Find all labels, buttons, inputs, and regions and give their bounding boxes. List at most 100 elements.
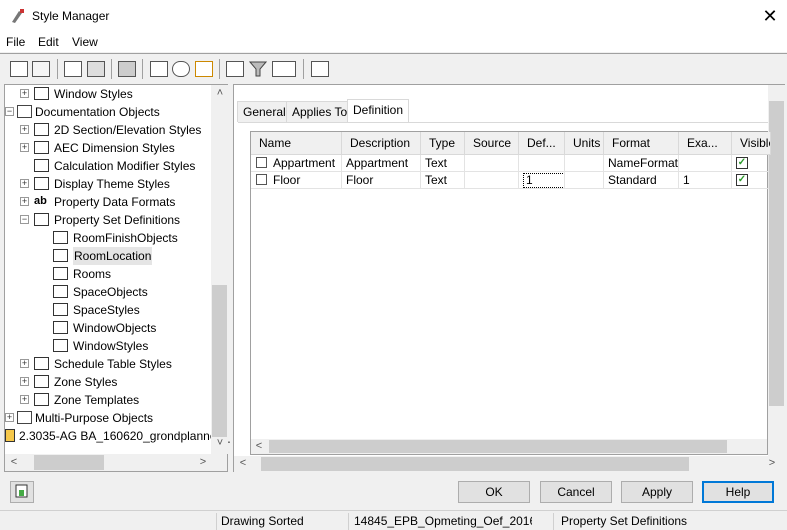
menu-view[interactable]: View [72,35,98,49]
grid-cell[interactable]: Appartment [251,155,342,172]
grid-cell[interactable] [465,155,519,172]
tree-item[interactable]: + ab Property Data Formats [5,193,211,211]
grid-cell[interactable]: Text [421,155,465,172]
style-icon [34,177,49,190]
grid-cell[interactable] [465,172,519,189]
tree-item[interactable]: − Property Set Definitions [5,211,211,229]
expand-icon[interactable]: + [20,89,29,98]
toggle-view-icon[interactable] [226,61,244,77]
tree-horizontal-scrollbar[interactable]: < > [5,454,227,471]
grid-cell[interactable]: Floor [342,172,421,189]
tree-item[interactable]: − Documentation Objects [5,103,211,121]
style-icon [34,213,49,226]
expand-icon[interactable]: + [20,197,29,206]
tab-general[interactable]: General [237,101,292,122]
visible-checkbox[interactable]: ✓ [736,174,748,186]
purge-icon[interactable] [118,61,136,77]
tree-item-label: Documentation Objects [35,105,160,119]
expand-icon[interactable]: + [20,377,29,386]
grid-cell[interactable]: Appartment [342,155,421,172]
collapse-icon[interactable]: − [20,215,29,224]
grid-cell[interactable]: Standard [604,172,679,189]
copy-icon[interactable] [64,61,82,77]
tree-item[interactable]: + Zone Styles [5,373,211,391]
tree-item[interactable]: +2D Section/Elevation Styles [5,121,211,139]
tree-item-label: Display Theme Styles [54,177,170,191]
close-button[interactable]: ✕ [760,6,780,26]
edit-style-icon[interactable] [195,61,213,77]
column-header[interactable]: Exa... [679,132,732,155]
open-icon[interactable] [32,61,50,77]
expand-icon[interactable]: + [20,179,29,188]
style-tree[interactable]: + Window Styles − Documentation Objects +2D … [4,84,230,472]
expand-icon[interactable]: + [20,125,29,134]
help-button[interactable]: Help [702,481,774,503]
set-from-icon[interactable] [172,61,190,77]
column-header[interactable]: Description [342,132,421,155]
paste-icon[interactable] [87,61,105,77]
tree-item[interactable]: Calculation Modifier Styles [5,157,211,175]
tree-item[interactable]: + Zone Templates [5,391,211,409]
menu-edit[interactable]: Edit [38,35,59,49]
tree-item-label: 2.3035-AG BA_160620_grondplannen_ [19,429,230,443]
grid-cell[interactable]: Text [421,172,465,189]
tree-item[interactable]: 2.3035-AG BA_160620_grondplannen_ [5,427,230,445]
column-header[interactable]: Source [465,132,519,155]
expand-icon[interactable]: + [20,359,29,368]
tree-item[interactable]: WindowObjects [5,319,211,337]
tree-item[interactable]: SpaceStyles [5,301,211,319]
tree-item[interactable]: + Multi-Purpose Objects [5,409,211,427]
new-style-icon[interactable] [150,61,168,77]
column-header[interactable]: Format [604,132,679,155]
tree-item[interactable]: Rooms [5,265,211,283]
expand-icon[interactable]: + [5,413,14,422]
view-dropdown-icon[interactable] [272,61,296,77]
grid-cell[interactable] [679,155,732,172]
expand-icon[interactable]: + [20,395,29,404]
column-header[interactable]: Units [565,132,604,155]
grid-cell[interactable] [565,155,604,172]
tree-item[interactable]: + Window Styles [5,85,211,103]
tree-item[interactable]: + Display Theme Styles [5,175,211,193]
visible-cell[interactable]: ✓ [732,172,769,189]
tree-vertical-scrollbar[interactable]: ˄ ˅ [211,85,228,454]
apply-button[interactable]: Apply [621,481,693,503]
tab-definition[interactable]: Definition [347,99,410,123]
inspect-icon[interactable] [311,61,329,77]
tree-item[interactable]: RoomFinishObjects [5,229,211,247]
grid-cell[interactable] [519,155,565,172]
drawing-icon-button[interactable] [10,481,34,503]
menu-file[interactable]: File [6,35,25,49]
tree-item[interactable]: + AEC Dimension Styles [5,139,211,157]
tree-item[interactable]: SpaceObjects [5,283,211,301]
cancel-button[interactable]: Cancel [540,481,612,503]
grid-cell[interactable]: 1 [519,172,565,189]
column-header[interactable]: Def... [519,132,565,155]
grid-cell[interactable]: Floor [251,172,342,189]
drawing-file-icon [5,429,15,442]
grid-horizontal-scrollbar[interactable]: < [251,439,767,454]
new-icon[interactable] [10,61,28,77]
tree-item[interactable]: WindowStyles [5,337,211,355]
tree-item-label: AEC Dimension Styles [54,141,175,155]
cell-text: Floor [273,173,301,187]
column-header[interactable]: Visible [732,132,771,155]
tree-item[interactable]: RoomLocation [5,247,211,265]
tree-item[interactable]: + Schedule Table Styles [5,355,211,373]
grid-cell[interactable]: NameFormat [604,155,679,172]
filter-icon[interactable] [248,61,268,77]
style-icon [53,321,68,334]
column-header[interactable]: Name [251,132,342,155]
visible-checkbox[interactable]: ✓ [736,157,748,169]
grid-cell[interactable]: 1 [679,172,732,189]
column-header[interactable]: Type [421,132,465,155]
tab-applies-to[interactable]: Applies To [286,101,354,122]
grid-cell[interactable] [565,172,604,189]
ok-button[interactable]: OK [458,481,530,503]
style-icon [53,339,68,352]
collapse-icon[interactable]: − [5,107,14,116]
visible-cell[interactable]: ✓ [732,155,769,172]
style-icon [53,231,68,244]
expand-icon[interactable]: + [20,143,29,152]
horizontal-scrollbar[interactable]: < > [234,456,785,472]
